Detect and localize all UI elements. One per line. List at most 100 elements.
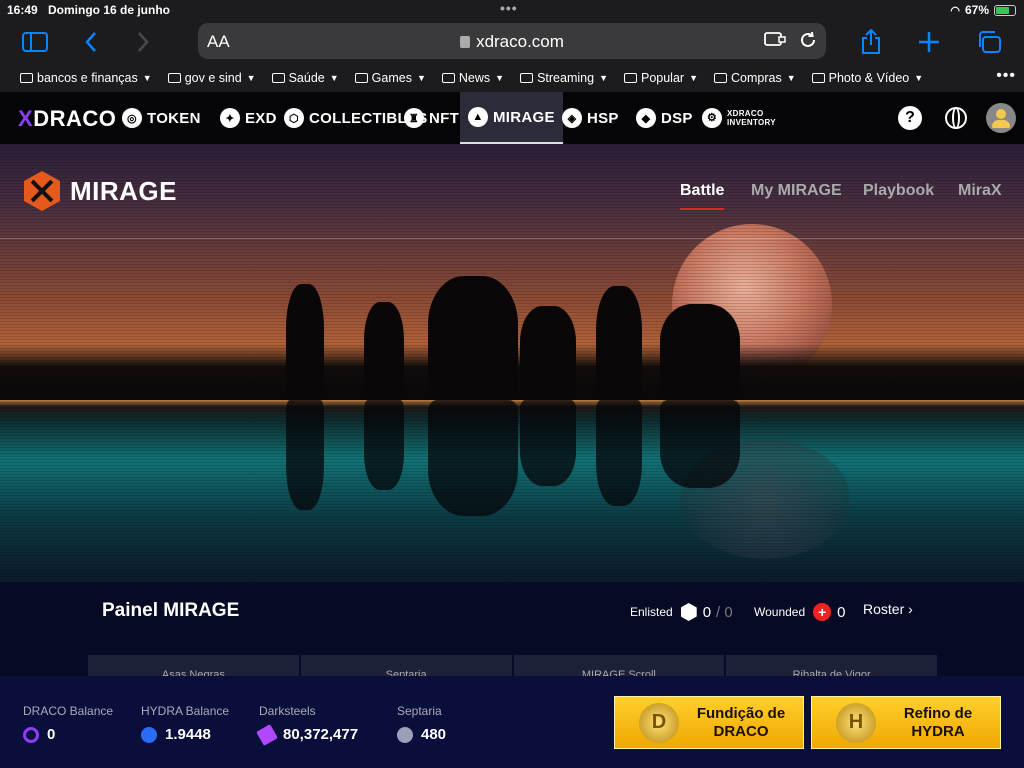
wounded-value: 0 [837, 603, 846, 621]
darksteels-balance: Darksteels 80,372,477 [256, 704, 358, 746]
bookmark-folder[interactable]: Compras ▼ [714, 71, 796, 85]
xdraco-logo[interactable]: XDRACO [18, 106, 116, 132]
bookmark-folder[interactable]: Games ▼ [354, 71, 426, 85]
card-mirage-scroll[interactable]: MIRAGE Scroll [513, 655, 725, 676]
folder-icon [167, 73, 181, 83]
site-nav: XDRACO ◎ TOKEN ✦ EXD ⬡ COLLECTIBLES ♜ NFT ▲ M… [0, 92, 1024, 144]
chevron-down-icon: ▼ [495, 73, 505, 83]
language-button[interactable] [945, 92, 967, 144]
draco-coin-icon [23, 726, 39, 743]
bookmark-folder[interactable]: News ▼ [441, 71, 505, 85]
draco-medal-icon: D [639, 702, 679, 743]
token-icon: ◎ [122, 108, 142, 128]
card-septaria[interactable]: Septaria [300, 655, 512, 676]
card-ribalta-de-vigor[interactable]: Ribalta de Vigor [726, 655, 937, 676]
chevron-down-icon: ▼ [329, 73, 339, 83]
status-bar: 16:49 Domingo 16 de junho ••• ◠ 67% [0, 0, 1024, 20]
globe-icon [945, 107, 967, 129]
tab-my-mirage[interactable]: My MIRAGE [751, 182, 842, 200]
hydra-balance: HYDRA Balance 1.9448 [141, 704, 230, 743]
tabs-overview-icon[interactable] [974, 28, 1004, 56]
mirage-logo[interactable]: MIRAGE [24, 171, 177, 211]
reload-icon[interactable] [798, 30, 818, 55]
hsp-icon: ◈ [562, 108, 582, 128]
forward-icon[interactable] [128, 28, 158, 56]
bookmark-label: gov e sind [184, 71, 242, 85]
extensions-icon[interactable] [764, 30, 786, 53]
nav-mirage[interactable]: ▲ MIRAGE [460, 92, 563, 144]
chevron-down-icon: ▼ [599, 73, 608, 83]
tab-playbook[interactable]: Playbook [863, 182, 934, 200]
septaria-icon [397, 726, 413, 743]
bookmark-label: Saúde [288, 71, 325, 85]
draco-balance: DRACO Balance 0 [23, 704, 114, 743]
folder-icon [623, 73, 637, 83]
tab-battle[interactable]: Battle [680, 182, 725, 210]
sidebar-toggle-icon[interactable] [20, 28, 50, 56]
nft-icon: ♜ [404, 108, 424, 128]
hydra-refine-button[interactable]: H Refino de HYDRA [811, 696, 1001, 749]
folder-icon [714, 73, 727, 83]
bookmark-folder[interactable]: Photo & Vídeo ▼ [811, 71, 923, 85]
chevron-right-icon: › [908, 601, 913, 617]
card-asas-negras[interactable]: Asas Negras [88, 655, 299, 676]
bookmark-folder[interactable]: bancos e finanças ▼ [20, 71, 152, 85]
bookmark-label: Games [371, 71, 412, 85]
share-icon[interactable] [856, 28, 886, 56]
bookmarks-bar: bancos e finanças ▼ gov e sind ▼ Saúde ▼ Games… [0, 64, 1024, 92]
wifi-icon: ◠ [950, 4, 960, 17]
browser-toolbar: AA xdraco.com [0, 20, 1024, 64]
mirage-title: MIRAGE [70, 175, 177, 206]
bookmarks-more-icon[interactable]: ••• [996, 67, 1016, 85]
draco-smelting-button[interactable]: D Fundição de DRACO [614, 696, 804, 749]
collectibles-icon: ⬡ [284, 108, 304, 128]
folder-icon [441, 73, 455, 83]
roster-link[interactable]: Roster › [863, 601, 913, 617]
medical-cross-icon: + [813, 603, 832, 621]
bookmark-folder[interactable]: gov e sind ▼ [167, 71, 256, 85]
folder-icon [20, 73, 33, 83]
help-button[interactable]: ? [898, 92, 922, 144]
nav-exd[interactable]: ✦ EXD [220, 92, 277, 144]
enlisted-total: / 0 [716, 603, 733, 621]
profile-button[interactable] [986, 92, 1016, 144]
bookmark-label: Compras [731, 71, 782, 85]
folder-icon [811, 73, 825, 83]
nav-inventory[interactable]: ⚙ XDRACO INVENTORY [702, 92, 776, 144]
wounded-label: Wounded [754, 605, 806, 619]
enlisted-stat: Enlisted 0 / 0 [630, 603, 733, 621]
back-icon[interactable] [76, 28, 106, 56]
folder-icon [520, 73, 534, 83]
battery-percent: 67% [964, 3, 989, 17]
mirage-icon: ▲ [468, 107, 488, 127]
bookmark-folder[interactable]: Popular ▼ [623, 71, 698, 85]
chevron-down-icon: ▼ [416, 73, 426, 83]
shield-icon [680, 603, 697, 621]
status-date: Domingo 16 de junho [48, 3, 170, 17]
bookmark-folder[interactable]: Streaming ▼ [520, 71, 608, 85]
nav-dsp[interactable]: ◆ DSP [636, 92, 693, 144]
mirage-crossed-swords-icon [24, 171, 60, 211]
hydra-medal-icon: H [836, 702, 876, 743]
bookmark-label: Popular [640, 71, 685, 85]
status-time: 16:49 [7, 3, 38, 17]
battery-icon [994, 4, 1016, 16]
header-divider [0, 238, 1024, 239]
bookmark-folder[interactable]: Saúde ▼ [271, 71, 339, 85]
new-tab-icon[interactable] [914, 28, 944, 56]
nav-nft[interactable]: ♜ NFT [404, 92, 459, 144]
inventory-icon: ⚙ [702, 108, 722, 128]
lock-icon [460, 36, 471, 48]
balance-bar: DRACO Balance 0 HYDRA Balance 1.9448 Dar… [0, 676, 1024, 768]
panel-cards: Asas Negras Septaria MIRAGE Scroll Ribal… [88, 655, 937, 676]
multitasking-dots-icon[interactable]: ••• [500, 0, 518, 16]
nav-hsp[interactable]: ◈ HSP [562, 92, 619, 144]
help-icon: ? [898, 106, 922, 130]
wounded-stat: Wounded + 0 [754, 603, 846, 621]
address-bar[interactable]: AA xdraco.com [198, 23, 826, 59]
chevron-down-icon: ▼ [689, 73, 698, 83]
nav-token[interactable]: ◎ TOKEN [122, 92, 201, 144]
url-text[interactable]: xdraco.com [198, 32, 826, 52]
tab-mirax[interactable]: MiraX [958, 182, 1002, 200]
chevron-down-icon: ▼ [142, 73, 152, 83]
